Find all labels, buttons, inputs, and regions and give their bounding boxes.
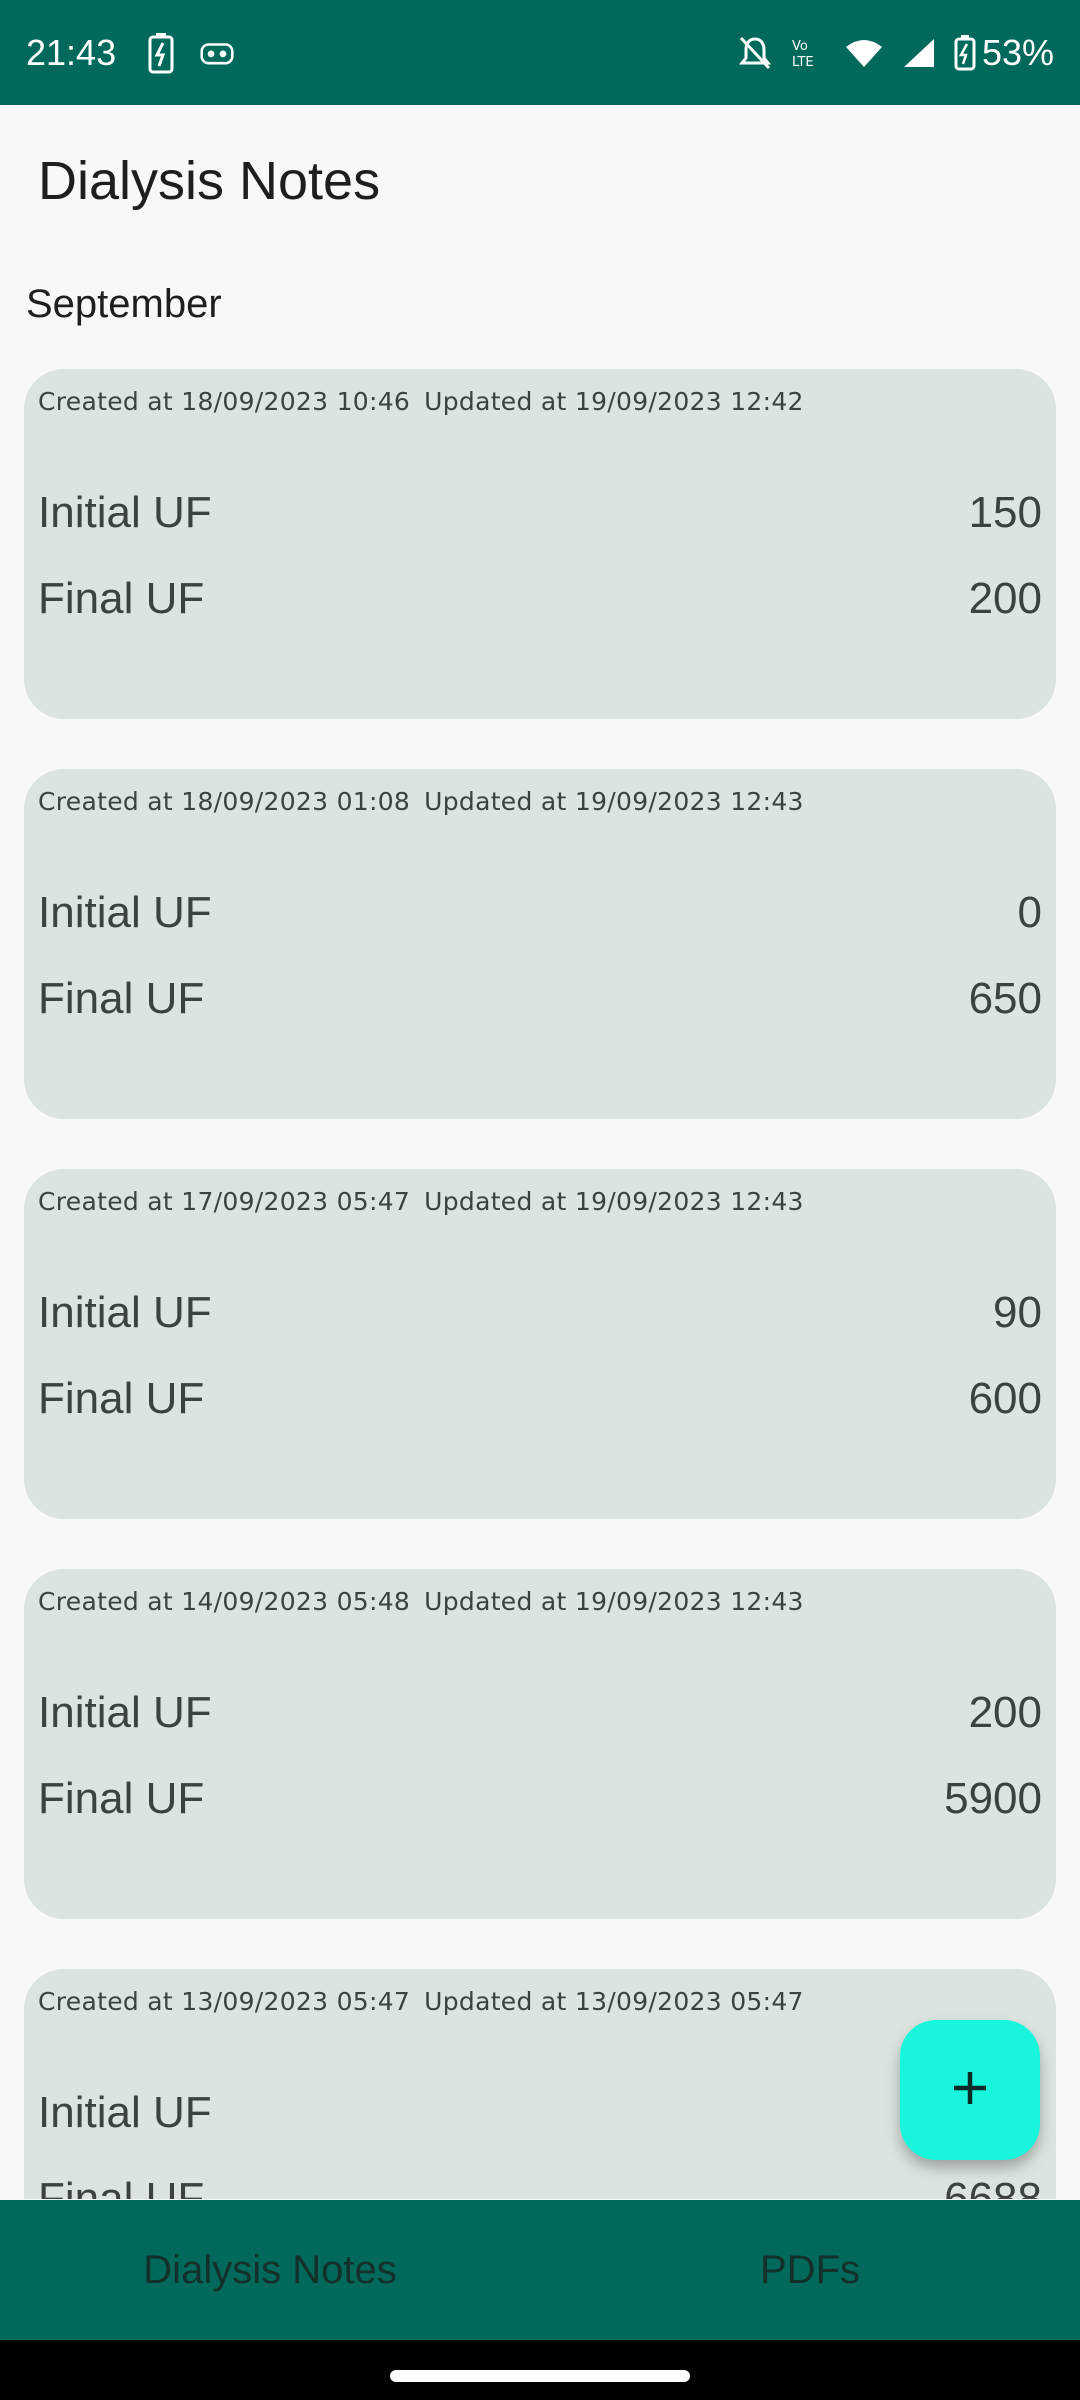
note-card[interactable]: Created at 14/09/2023 05:48 Updated at 19… [24, 1569, 1056, 1919]
final-uf-row: Final UF 5900 [38, 1769, 1042, 1829]
final-uf-value: 6688 [944, 2174, 1042, 2199]
status-bar: 21:43 Vo LTE 53% [0, 0, 1080, 105]
tab-pdfs[interactable]: PDFs [540, 2200, 1080, 2340]
cell-signal-icon [902, 37, 936, 69]
final-uf-label: Final UF [38, 1374, 205, 1423]
updated-at: Updated at 13/09/2023 05:47 [424, 1987, 804, 2016]
created-at: Created at 13/09/2023 05:47 [38, 1987, 411, 2016]
final-uf-label: Final UF [38, 974, 205, 1023]
initial-uf-label: Initial UF [38, 1288, 212, 1337]
initial-uf-label: Initial UF [38, 1688, 212, 1737]
created-at: Created at 18/09/2023 10:46 [38, 387, 411, 416]
battery-saver-icon [144, 31, 178, 75]
initial-uf-value: 200 [968, 1688, 1042, 1737]
privacy-icon [200, 31, 234, 75]
initial-uf-row: Initial UF 0 [38, 883, 1042, 943]
note-timestamps: Created at 18/09/2023 10:46 Updated at 19… [38, 387, 804, 416]
initial-uf-row: Initial UF 90 [38, 1283, 1042, 1343]
month-header: September [26, 282, 222, 326]
initial-uf-label: Initial UF [38, 488, 212, 537]
add-note-button[interactable] [900, 2020, 1040, 2160]
battery-charging-icon [954, 34, 976, 71]
final-uf-label: Final UF [38, 574, 205, 623]
updated-at: Updated at 19/09/2023 12:43 [424, 787, 804, 816]
final-uf-row: Final UF 650 [38, 969, 1042, 1029]
initial-uf-label: Initial UF [38, 2088, 212, 2137]
note-timestamps: Created at 18/09/2023 01:08 Updated at 19… [38, 787, 804, 816]
volte-icon: Vo LTE [790, 36, 826, 70]
final-uf-row: Final UF 6688 [38, 2169, 1042, 2199]
initial-uf-value: 90 [993, 1288, 1042, 1337]
initial-uf-row: Initial UF 200 [38, 1683, 1042, 1743]
wifi-icon [844, 37, 884, 69]
screen: 21:43 Vo LTE 53% Dialysis Notes Septembe… [0, 0, 1080, 2400]
final-uf-label: Final UF [38, 2174, 205, 2199]
created-at: Created at 14/09/2023 05:48 [38, 1587, 411, 1616]
svg-text:LTE: LTE [792, 55, 814, 70]
initial-uf-value: 0 [1017, 888, 1042, 937]
notes-list[interactable]: Created at 18/09/2023 10:46 Updated at 19… [24, 369, 1056, 2199]
notifications-off-icon [738, 35, 772, 71]
initial-uf-row: Initial UF 150 [38, 483, 1042, 543]
created-at: Created at 18/09/2023 01:08 [38, 787, 411, 816]
note-timestamps: Created at 17/09/2023 05:47 Updated at 19… [38, 1187, 804, 1216]
bottom-navigation: Dialysis Notes PDFs [0, 2200, 1080, 2340]
tab-dialysis-notes[interactable]: Dialysis Notes [0, 2200, 540, 2340]
final-uf-value: 650 [968, 974, 1042, 1023]
svg-text:Vo: Vo [792, 39, 808, 54]
final-uf-value: 5900 [944, 1774, 1042, 1823]
final-uf-label: Final UF [38, 1774, 205, 1823]
initial-uf-row: Initial UF [38, 2083, 1042, 2143]
initial-uf-value: 150 [968, 488, 1042, 537]
page-title: Dialysis Notes [38, 151, 381, 211]
note-card[interactable]: Created at 17/09/2023 05:47 Updated at 19… [24, 1169, 1056, 1519]
battery-percent: 53% [981, 31, 1054, 73]
note-card[interactable]: Created at 18/09/2023 10:46 Updated at 19… [24, 369, 1056, 719]
updated-at: Updated at 19/09/2023 12:42 [424, 387, 804, 416]
created-at: Created at 17/09/2023 05:47 [38, 1187, 411, 1216]
note-timestamps: Created at 14/09/2023 05:48 Updated at 19… [38, 1587, 804, 1616]
initial-uf-label: Initial UF [38, 888, 212, 937]
gesture-handle[interactable] [390, 2370, 690, 2382]
updated-at: Updated at 19/09/2023 12:43 [424, 1587, 804, 1616]
add-icon [950, 2068, 990, 2112]
note-card[interactable]: Created at 18/09/2023 01:08 Updated at 19… [24, 769, 1056, 1119]
final-uf-value: 600 [968, 1374, 1042, 1423]
final-uf-value: 200 [968, 574, 1042, 623]
updated-at: Updated at 19/09/2023 12:43 [424, 1187, 804, 1216]
final-uf-row: Final UF 200 [38, 569, 1042, 629]
status-right-icons: Vo LTE 53% [720, 32, 1054, 74]
status-time: 21:43 [26, 31, 117, 73]
note-timestamps: Created at 13/09/2023 05:47 Updated at 13… [38, 1987, 804, 2016]
final-uf-row: Final UF 600 [38, 1369, 1042, 1429]
